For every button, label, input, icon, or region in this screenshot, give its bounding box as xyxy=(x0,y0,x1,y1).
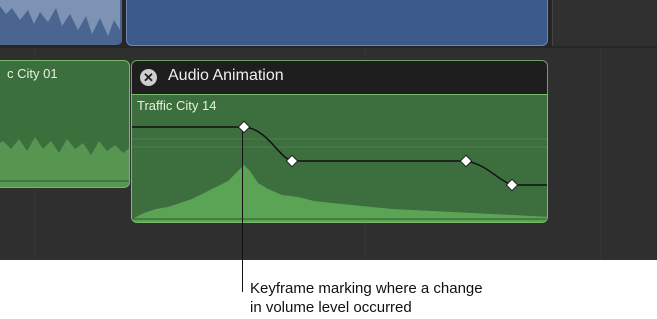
audio-animation-header[interactable]: ✕ Audio Animation xyxy=(131,60,548,94)
callout-line xyxy=(242,131,243,292)
audio-clip-left[interactable]: c City 01 xyxy=(0,60,130,188)
callout-text-line1: Keyframe marking where a change xyxy=(250,280,483,297)
keyframe-end xyxy=(505,178,519,192)
video-clip-left[interactable] xyxy=(0,0,122,45)
video-clip-empty xyxy=(552,0,657,46)
video-clip-left-waveform xyxy=(0,0,120,36)
audio-clip-main[interactable]: Traffic City 14 xyxy=(131,94,548,223)
timeline[interactable]: c City 01 ✕ Audio Animation Traffic City… xyxy=(0,0,657,260)
keyframes-layer[interactable] xyxy=(132,95,548,223)
close-icon[interactable]: ✕ xyxy=(140,69,157,86)
audio-clip-left-label: c City 01 xyxy=(7,66,58,81)
video-clip-right[interactable] xyxy=(126,0,548,46)
keyframe-peak xyxy=(237,120,251,134)
audio-animation-title: Audio Animation xyxy=(168,67,284,84)
callout-text-line2: in volume level occurred xyxy=(250,299,412,316)
keyframe-drop xyxy=(285,154,299,168)
video-track xyxy=(0,0,657,48)
keyframe-hold xyxy=(459,154,473,168)
callout-text: Keyframe marking where a change in volum… xyxy=(250,279,570,317)
